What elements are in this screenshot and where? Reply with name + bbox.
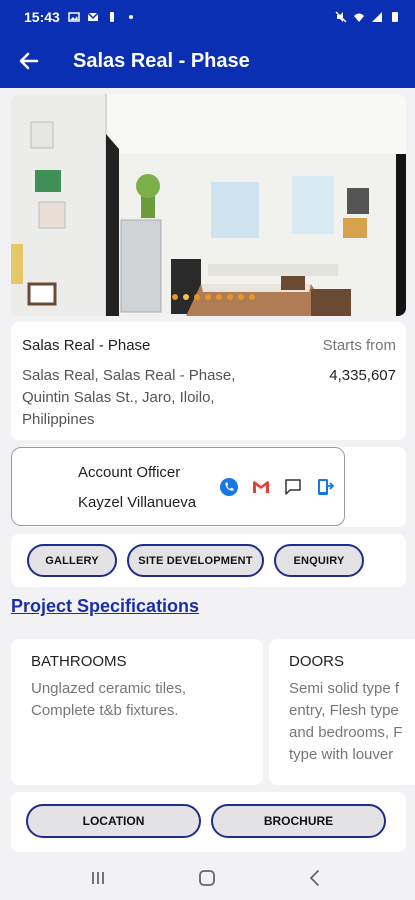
- home-icon[interactable]: [195, 866, 219, 890]
- location-button[interactable]: LOCATION: [26, 804, 201, 838]
- gmail-icon[interactable]: [251, 477, 271, 497]
- status-time: 15:43: [24, 9, 60, 25]
- project-image-carousel[interactable]: [11, 94, 406, 316]
- battery-icon: [392, 12, 398, 22]
- spec-description: Semi solid type f entry, Flesh type and …: [289, 680, 403, 763]
- arrow-left-icon: [19, 52, 39, 70]
- contact-card-icon[interactable]: [315, 477, 335, 497]
- carousel-dot[interactable]: [227, 294, 233, 300]
- battery-saver-notification-icon: [109, 12, 114, 22]
- project-price: 4,335,607: [329, 367, 396, 384]
- status-bar: 15:43: [0, 0, 415, 34]
- carousel-dot[interactable]: [205, 294, 211, 300]
- app-bar: Salas Real - Phase: [0, 34, 415, 88]
- starts-from-label: Starts from: [322, 337, 396, 354]
- carousel-dot[interactable]: [238, 294, 244, 300]
- gallery-button[interactable]: GALLERY: [27, 544, 117, 577]
- carousel-dot[interactable]: [194, 294, 200, 300]
- bottom-actions-card: LOCATION BROCHURE: [11, 792, 406, 852]
- project-specifications-title[interactable]: Project Specifications: [11, 596, 199, 617]
- recent-apps-icon[interactable]: [86, 866, 110, 890]
- back-button[interactable]: [0, 34, 58, 88]
- officer-role: Account Officer: [78, 464, 181, 481]
- site-development-button[interactable]: SITE DEVELOPMENT: [127, 544, 264, 577]
- section-tabs-card: GALLERY SITE DEVELOPMENT ENQUIRY: [11, 534, 406, 587]
- phone-call-icon[interactable]: [219, 477, 239, 497]
- spec-heading: DOORS: [289, 653, 345, 670]
- brochure-button[interactable]: BROCHURE: [211, 804, 386, 838]
- carousel-dot[interactable]: [172, 294, 178, 300]
- image-notification-icon: [68, 12, 80, 22]
- project-name: Salas Real - Phase: [22, 337, 151, 354]
- back-nav-icon[interactable]: [303, 866, 327, 890]
- carousel-dot-active[interactable]: [183, 294, 189, 300]
- message-icon[interactable]: [283, 477, 303, 497]
- project-info-card: Salas Real - Phase Starts from Salas Rea…: [11, 322, 406, 440]
- wifi-icon: [354, 13, 364, 22]
- officer-name: Kayzel Villanueva: [78, 494, 197, 511]
- page-title: Salas Real - Phase: [73, 49, 250, 72]
- mute-icon: [335, 11, 347, 23]
- spec-card-bathrooms[interactable]: BATHROOMS Unglazed ceramic tiles, Comple…: [11, 639, 263, 785]
- enquiry-button[interactable]: ENQUIRY: [274, 544, 364, 577]
- system-navigation-bar: [0, 856, 415, 900]
- dot-notification-icon: [128, 15, 133, 19]
- carousel-dot[interactable]: [249, 294, 255, 300]
- carousel-indicator[interactable]: [172, 294, 255, 300]
- spec-description: Unglazed ceramic tiles, Complete t&b fix…: [31, 680, 187, 719]
- kitchen-photo: [11, 94, 406, 316]
- spec-heading: BATHROOMS: [31, 653, 127, 670]
- spec-card-doors[interactable]: DOORS Semi solid type f entry, Flesh typ…: [269, 639, 415, 785]
- carousel-dot[interactable]: [216, 294, 222, 300]
- gmail-notification-icon: [87, 12, 99, 21]
- account-officer-card: Account Officer Kayzel Villanueva: [11, 447, 345, 526]
- project-address: Salas Real, Salas Real - Phase, Quintin …: [22, 367, 236, 428]
- signal-icon: [372, 12, 382, 22]
